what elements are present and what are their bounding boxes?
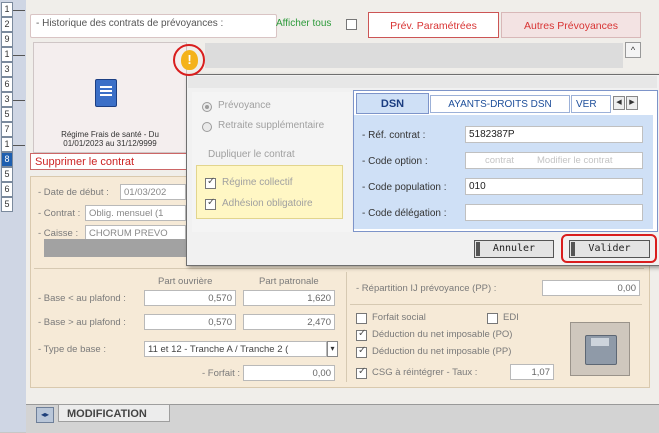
forfait-social-label: Forfait social <box>372 312 426 323</box>
adhesion-label: Adhésion obligatoire <box>222 198 313 209</box>
regime-description: Régime Frais de santé - Du 01/01/2023 au… <box>38 130 182 148</box>
bg-contrat-text: contrat <box>485 155 515 166</box>
gutter-number: 9 <box>1 32 13 47</box>
gutter-number: 2 <box>1 17 13 32</box>
gutter-tick <box>13 55 25 56</box>
tab-ver[interactable]: VER <box>571 95 611 113</box>
deduction-po-checkbox[interactable] <box>356 328 367 341</box>
tab-scroll-arrows: ◀ ▶ <box>613 96 639 110</box>
retraite-radio[interactable] <box>202 122 212 132</box>
deduction-po-label: Déduction du net imposable (PO) <box>372 329 513 340</box>
base-inf-ouvriere-field[interactable]: 0,570 <box>144 290 236 306</box>
contrat-label: - Contrat : <box>38 208 81 219</box>
tab-dsn[interactable]: DSN <box>356 93 429 114</box>
prevoyance-label: Prévoyance <box>218 100 271 111</box>
chevron-down-icon[interactable]: ▾ <box>327 341 338 357</box>
base-inf-label: - Base < au plafond : <box>38 293 126 304</box>
divider <box>34 268 644 269</box>
csg-label: CSG à réintégrer - Taux : <box>372 367 478 378</box>
tab-autres-prevoyances[interactable]: Autres Prévoyances <box>501 12 641 38</box>
base-sup-patronale-field[interactable]: 2,470 <box>243 314 335 330</box>
gutter-number: 3 <box>1 62 13 77</box>
gutter-tick <box>13 100 25 101</box>
code-option-label: - Code option : <box>362 156 428 167</box>
floppy-disk-icon <box>585 335 617 365</box>
type-base-select[interactable]: 11 et 12 - Tranche A / Tranche 2 ( <box>144 341 327 357</box>
code-delegation-label: - Code délégation : <box>362 208 447 219</box>
repartition-field[interactable]: 0,00 <box>542 280 640 296</box>
mode-label: MODIFICATION <box>58 404 170 422</box>
contrat-field[interactable]: Oblig. mensuel (1 <box>85 205 186 221</box>
gutter-number: 1 <box>1 137 13 152</box>
afficher-tous-checkbox[interactable] <box>346 19 357 30</box>
regime-line-1: Régime Frais de santé - Du <box>61 130 159 139</box>
date-debut-label: - Date de début : <box>38 187 109 198</box>
arrow-right-icon[interactable]: ▶ <box>626 96 638 110</box>
gutter-tick <box>13 145 25 146</box>
dupliquer-contrat-text: Dupliquer le contrat <box>208 149 295 160</box>
regime-collectif-label: Régime collectif <box>222 177 293 188</box>
edi-label: EDI <box>503 312 519 323</box>
gutter-number: 1 <box>1 2 13 17</box>
forfait-label: - Forfait : <box>202 368 241 379</box>
annuler-button[interactable]: Annuler <box>474 240 554 258</box>
regime-collectif-checkbox[interactable] <box>205 176 216 189</box>
forfait-social-checkbox[interactable] <box>356 313 367 324</box>
caisse-label: - Caisse : <box>38 228 79 239</box>
warning-icon[interactable]: ! <box>181 50 198 70</box>
annuler-label: Annuler <box>492 243 536 254</box>
dialog-title-bar <box>188 76 657 88</box>
divider <box>350 304 642 305</box>
code-population-label: - Code population : <box>362 182 447 193</box>
gutter-number: 5 <box>1 107 13 122</box>
gutter-tick <box>13 10 25 11</box>
gutter-number: 1 <box>1 47 13 62</box>
supprimer-contrat-button[interactable]: Supprimer le contrat <box>30 153 188 170</box>
edi-checkbox[interactable] <box>487 313 498 324</box>
deduction-pp-label: Déduction du net imposable (PP) <box>372 346 512 357</box>
gutter-number: 6 <box>1 77 13 92</box>
options-box <box>196 165 343 219</box>
csg-taux-field[interactable]: 1,07 <box>510 364 554 380</box>
csg-checkbox[interactable] <box>356 366 367 379</box>
left-gutter: 1 2 9 1 3 6 3 5 7 1 8 5 6 5 <box>0 0 27 432</box>
type-base-label: - Type de base : <box>38 344 106 355</box>
part-ouvriere-header: Part ouvrière <box>158 276 213 287</box>
date-debut-field[interactable]: 01/03/202 <box>120 184 186 200</box>
code-delegation-field[interactable] <box>465 204 643 221</box>
arrow-left-icon[interactable]: ◀ <box>613 96 625 110</box>
base-sup-ouvriere-field[interactable]: 0,570 <box>144 314 236 330</box>
gutter-number: 3 <box>1 92 13 107</box>
gutter-number: 5 <box>1 197 13 212</box>
navigation-icon[interactable]: ◂▸ <box>36 407 54 423</box>
valider-highlight-annotation <box>561 234 657 263</box>
prevoyance-radio[interactable] <box>202 102 212 112</box>
retraite-label: Retraite supplémentaire <box>218 120 325 131</box>
ref-contrat-label: - Réf. contrat : <box>362 130 426 141</box>
gutter-number: 8 <box>1 152 13 167</box>
save-button[interactable] <box>570 322 630 376</box>
scroll-up-button[interactable]: ^ <box>625 42 641 58</box>
part-patronale-header: Part patronale <box>259 276 319 287</box>
tab-ayants-droits-dsn[interactable]: AYANTS-DROITS DSN <box>430 95 570 113</box>
bg-modifier-text: Modifier le contrat <box>537 155 613 166</box>
forfait-field[interactable]: 0,00 <box>243 365 335 381</box>
vertical-divider <box>346 272 347 382</box>
ref-contrat-field[interactable]: 5182387P <box>465 126 643 143</box>
repartition-label: - Répartition IJ prévoyance (PP) : <box>356 283 497 294</box>
history-title: - Historique des contrats de prévoyances… <box>36 18 224 29</box>
document-icon <box>95 79 117 107</box>
regime-line-2: 01/01/2023 au 31/12/9999 <box>63 139 157 148</box>
gutter-number: 6 <box>1 182 13 197</box>
gutter-number: 5 <box>1 167 13 182</box>
list-header-strip <box>205 43 623 68</box>
afficher-tous-label: Afficher tous <box>276 18 332 29</box>
tab-prev-parametrees[interactable]: Prév. Paramétrées <box>368 12 499 38</box>
adhesion-checkbox[interactable] <box>205 197 216 210</box>
deduction-pp-checkbox[interactable] <box>356 345 367 358</box>
gutter-number: 7 <box>1 122 13 137</box>
base-sup-label: - Base > au plafond : <box>38 317 126 328</box>
base-inf-patronale-field[interactable]: 1,620 <box>243 290 335 306</box>
code-population-field[interactable]: 010 <box>465 178 643 195</box>
